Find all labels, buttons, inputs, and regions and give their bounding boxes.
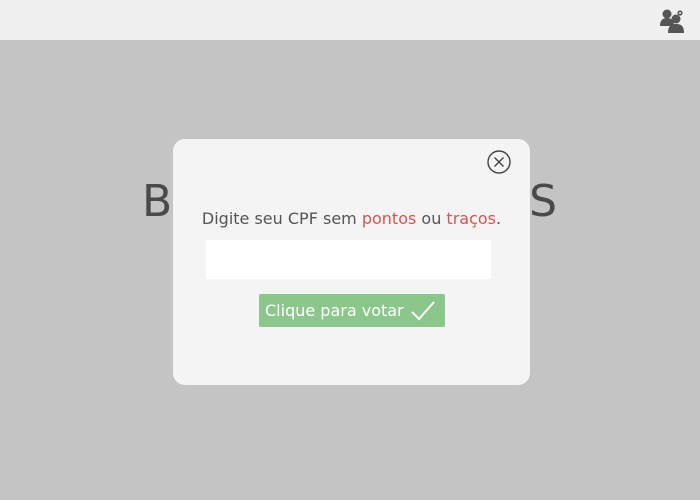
check-icon bbox=[410, 300, 435, 320]
prompt-highlight-pontos: pontos bbox=[361, 209, 417, 228]
users-icon[interactable] bbox=[659, 8, 685, 34]
vote-modal: Digite seu CPF sem pontos ou traços. Cli… bbox=[173, 139, 530, 385]
background-heading-left: B bbox=[141, 176, 174, 227]
prompt-highlight-tracos: traços bbox=[446, 209, 496, 228]
vote-button[interactable]: Clique para votar bbox=[259, 294, 445, 327]
top-bar bbox=[0, 0, 700, 40]
vote-button-label: Clique para votar bbox=[265, 301, 404, 320]
background-heading-right: S bbox=[529, 176, 559, 227]
cpf-prompt: Digite seu CPF sem pontos ou traços. bbox=[173, 209, 530, 228]
prompt-middle: ou bbox=[416, 209, 447, 228]
prompt-prefix: Digite seu CPF sem bbox=[201, 209, 362, 228]
close-icon[interactable] bbox=[487, 150, 511, 174]
cpf-input[interactable] bbox=[206, 240, 491, 279]
prompt-suffix: . bbox=[496, 209, 502, 228]
